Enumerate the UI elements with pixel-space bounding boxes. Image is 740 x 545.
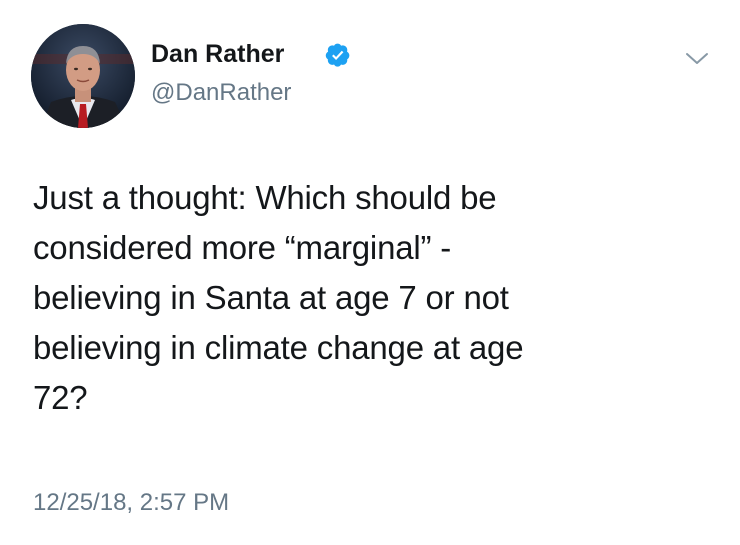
user-handle[interactable]: @DanRather bbox=[151, 78, 291, 108]
tweet-text-line: considered more “marginal” - bbox=[33, 229, 452, 266]
tweet-text-line: believing in Santa at age 7 or not bbox=[33, 279, 509, 316]
avatar[interactable] bbox=[31, 24, 135, 128]
tweet-text-line: 72? bbox=[33, 379, 88, 416]
tweet-text: Just a thought: Which should be consider… bbox=[33, 173, 713, 423]
tweet-timestamp[interactable]: 12/25/18, 2:57 PM bbox=[33, 488, 229, 518]
verified-badge-icon bbox=[325, 43, 350, 67]
chevron-down-icon[interactable] bbox=[684, 50, 710, 68]
tweet-card: Dan Rather @DanRather Just a thought: Wh… bbox=[0, 0, 740, 545]
display-name[interactable]: Dan Rather bbox=[151, 38, 284, 70]
avatar-image bbox=[31, 24, 135, 128]
tweet-text-line: Just a thought: Which should be bbox=[33, 179, 497, 216]
tweet-text-line: believing in climate change at age bbox=[33, 329, 524, 366]
